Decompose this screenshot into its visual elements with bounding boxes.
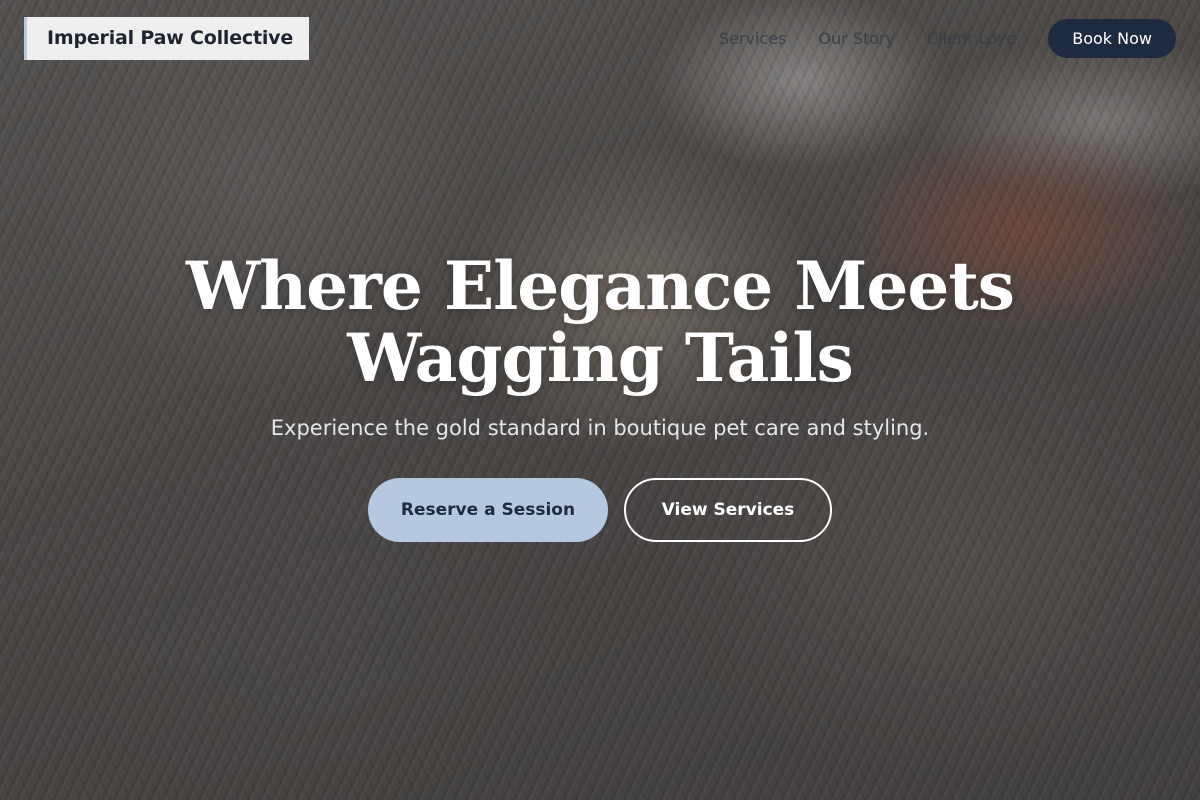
hero-content: Where Elegance Meets Wagging Tails Exper… [0, 250, 1200, 542]
hero-section: Imperial Paw Collective Services Our Sto… [0, 0, 1200, 800]
hero-headline-line2: Wagging Tails [347, 319, 853, 397]
brand-logo[interactable]: Imperial Paw Collective [24, 16, 310, 60]
hero-subheadline: Experience the gold standard in boutique… [270, 416, 930, 440]
view-services-button[interactable]: View Services [624, 478, 832, 542]
nav-link-services[interactable]: Services [719, 29, 786, 48]
hero-cta-row: Reserve a Session View Services [0, 478, 1200, 542]
book-now-button[interactable]: Book Now [1048, 18, 1176, 58]
top-navbar: Imperial Paw Collective Services Our Sto… [0, 0, 1200, 76]
nav-link-client-love[interactable]: Client Love [927, 29, 1016, 48]
reserve-session-button[interactable]: Reserve a Session [368, 478, 608, 542]
hero-headline: Where Elegance Meets Wagging Tails [0, 250, 1200, 394]
hero-headline-line1: Where Elegance Meets [186, 247, 1015, 325]
nav-links: Services Our Story Client Love Book Now [687, 18, 1176, 58]
nav-link-our-story[interactable]: Our Story [818, 29, 895, 48]
